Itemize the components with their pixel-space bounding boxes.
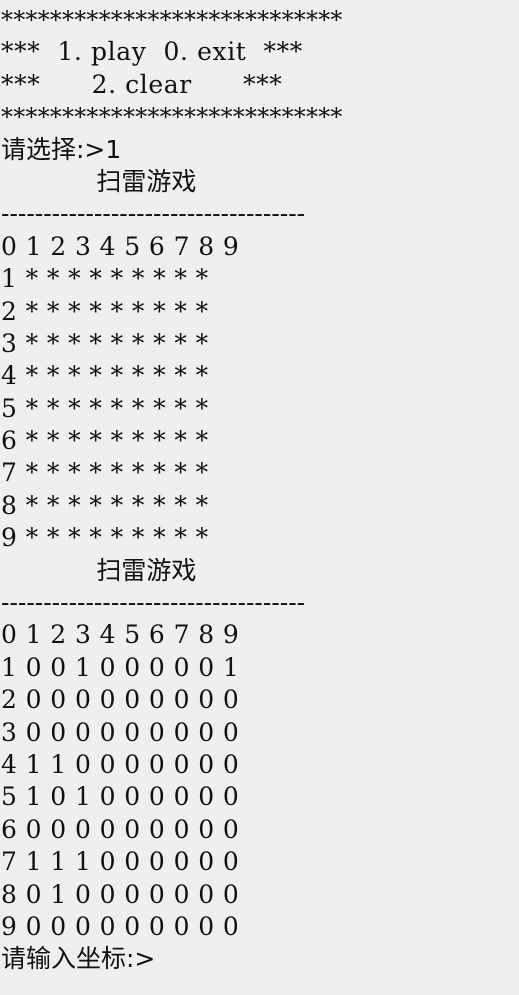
table-row: 9 * * * * * * * * * (1, 523, 209, 553)
table-row: 9 0 0 0 0 0 0 0 0 0 (1, 911, 240, 941)
table-row: 5 1 0 1 0 0 0 0 0 0 (1, 782, 240, 812)
table-row: 3 * * * * * * * * * (1, 328, 209, 358)
board-mines-header: 0 1 2 3 4 5 6 7 8 9 (1, 620, 240, 650)
table-row: 1 * * * * * * * * * (1, 264, 209, 294)
table-row: 2 0 0 0 0 0 0 0 0 0 (1, 685, 240, 715)
console-output[interactable]: **************************** *** 1. play… (0, 0, 519, 995)
board-hidden-header: 0 1 2 3 4 5 6 7 8 9 (1, 231, 240, 261)
table-row: 1 0 0 1 0 0 0 0 0 1 (1, 652, 240, 682)
table-row: 7 * * * * * * * * * (1, 458, 209, 488)
table-row: 4 * * * * * * * * * (1, 361, 209, 391)
board-mines-title: 扫雷游戏 (1, 555, 197, 585)
menu-option-clear[interactable]: *** 2. clear *** (0, 69, 519, 101)
table-row: 4 1 1 0 0 0 0 0 0 0 (1, 749, 240, 779)
board-mines-separator: ------------------------------------ (1, 588, 306, 618)
board-hidden-title: 扫雷游戏 (1, 166, 197, 196)
table-row: 7 1 1 1 0 0 0 0 0 0 (1, 847, 240, 877)
board-hidden-separator: ------------------------------------ (1, 199, 306, 229)
menu-option-play-exit[interactable]: *** 1. play 0. exit *** (0, 36, 519, 68)
menu-border-bottom: **************************** (1, 103, 343, 132)
table-row: 5 * * * * * * * * * (1, 393, 209, 423)
prompt-coordinate[interactable]: 请输入坐标:> (0, 943, 519, 975)
table-row: 8 0 1 0 0 0 0 0 0 0 (1, 879, 240, 909)
menu-border-top: **************************** (1, 6, 343, 34)
table-row: 3 0 0 0 0 0 0 0 0 0 (1, 717, 240, 747)
table-row: 6 * * * * * * * * * (1, 426, 209, 456)
prompt-choice[interactable]: 请选择:>1 (0, 134, 519, 166)
table-row: 8 * * * * * * * * * (1, 490, 209, 520)
table-row: 6 0 0 0 0 0 0 0 0 0 (1, 814, 240, 844)
table-row: 2 * * * * * * * * * (1, 296, 209, 326)
